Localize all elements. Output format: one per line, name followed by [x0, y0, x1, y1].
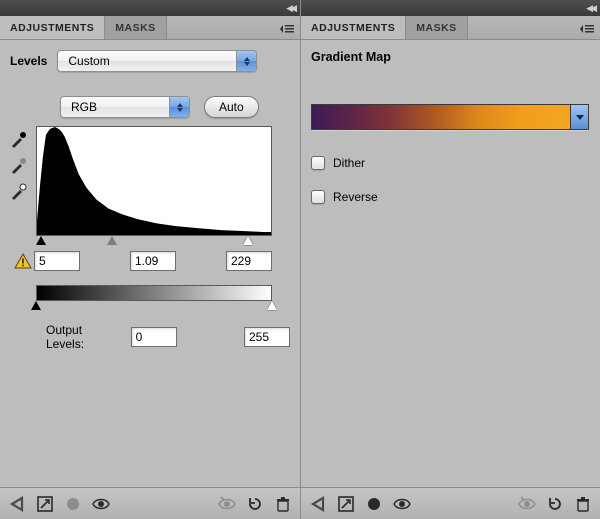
shadow-input[interactable] — [34, 251, 80, 271]
dither-checkbox[interactable] — [311, 156, 325, 170]
highlight-slider-handle[interactable] — [243, 236, 253, 245]
tab-masks[interactable]: MASKS — [105, 16, 166, 39]
output-low-handle[interactable] — [31, 301, 41, 310]
clip-to-layer-icon[interactable] — [64, 495, 82, 513]
reset-icon[interactable] — [246, 495, 264, 513]
channel-select[interactable]: RGB — [60, 96, 190, 118]
warning-icon[interactable] — [14, 252, 32, 270]
visibility-icon[interactable] — [393, 495, 411, 513]
gradient-dropdown-button[interactable] — [570, 105, 588, 129]
back-arrow-icon[interactable] — [309, 495, 327, 513]
reverse-checkbox[interactable] — [311, 190, 325, 204]
auto-button[interactable]: Auto — [204, 96, 259, 118]
visibility-icon[interactable] — [92, 495, 110, 513]
gradient-map-panel: ◀◀ ADJUSTMENTS MASKS Gradient Map Dither… — [300, 0, 600, 519]
collapse-icon: ◀◀ — [586, 3, 594, 14]
expand-icon[interactable] — [337, 495, 355, 513]
expand-icon[interactable] — [36, 495, 54, 513]
gradient-swatch — [312, 105, 570, 129]
reset-icon[interactable] — [546, 495, 564, 513]
gradient-map-title: Gradient Map — [311, 50, 590, 64]
gradient-preview[interactable] — [311, 104, 589, 130]
output-low-input[interactable] — [131, 327, 177, 347]
panel-footer — [301, 487, 600, 519]
reverse-label: Reverse — [333, 190, 378, 204]
levels-body: Levels Custom RGB Auto — [0, 40, 300, 487]
preset-select[interactable]: Custom — [57, 50, 257, 72]
clip-to-layer-icon[interactable] — [365, 495, 383, 513]
eyedropper-black-icon[interactable] — [10, 130, 28, 148]
collapse-icon: ◀◀ — [286, 3, 294, 14]
tab-masks[interactable]: MASKS — [406, 16, 467, 39]
eyedropper-gray-icon[interactable] — [10, 156, 28, 174]
output-gradient-bar — [36, 285, 272, 301]
eyedropper-white-icon[interactable] — [10, 182, 28, 200]
trash-icon[interactable] — [274, 495, 292, 513]
output-high-handle[interactable] — [267, 301, 277, 310]
output-high-input[interactable] — [244, 327, 290, 347]
tab-strip: ADJUSTMENTS MASKS — [301, 16, 600, 40]
levels-title: Levels — [10, 54, 47, 68]
tab-adjustments[interactable]: ADJUSTMENTS — [0, 16, 105, 39]
panel-collapse-bar[interactable]: ◀◀ — [0, 0, 300, 16]
previous-state-icon[interactable] — [518, 495, 536, 513]
output-levels-label: Output Levels: — [46, 323, 123, 351]
shadow-slider-handle[interactable] — [36, 236, 46, 245]
dither-label: Dither — [333, 156, 365, 170]
histogram-display — [36, 126, 272, 236]
highlight-input[interactable] — [226, 251, 272, 271]
previous-state-icon[interactable] — [218, 495, 236, 513]
output-slider-track[interactable] — [36, 301, 272, 313]
input-slider-track[interactable] — [36, 236, 272, 248]
panel-menu-button[interactable] — [580, 16, 594, 40]
levels-panel: ◀◀ ADJUSTMENTS MASKS Levels Custom RGB A… — [0, 0, 300, 519]
eyedropper-group — [10, 126, 30, 200]
back-arrow-icon[interactable] — [8, 495, 26, 513]
panel-collapse-bar[interactable]: ◀◀ — [301, 0, 600, 16]
trash-icon[interactable] — [574, 495, 592, 513]
preset-value: Custom — [68, 54, 109, 68]
midtone-slider-handle[interactable] — [107, 236, 117, 245]
midtone-input[interactable] — [130, 251, 176, 271]
tab-strip: ADJUSTMENTS MASKS — [0, 16, 300, 40]
channel-value: RGB — [71, 100, 97, 114]
tab-adjustments[interactable]: ADJUSTMENTS — [301, 16, 406, 39]
panel-menu-button[interactable] — [280, 16, 294, 40]
gradient-map-body: Gradient Map Dither Reverse — [301, 40, 600, 487]
panel-footer — [0, 487, 300, 519]
